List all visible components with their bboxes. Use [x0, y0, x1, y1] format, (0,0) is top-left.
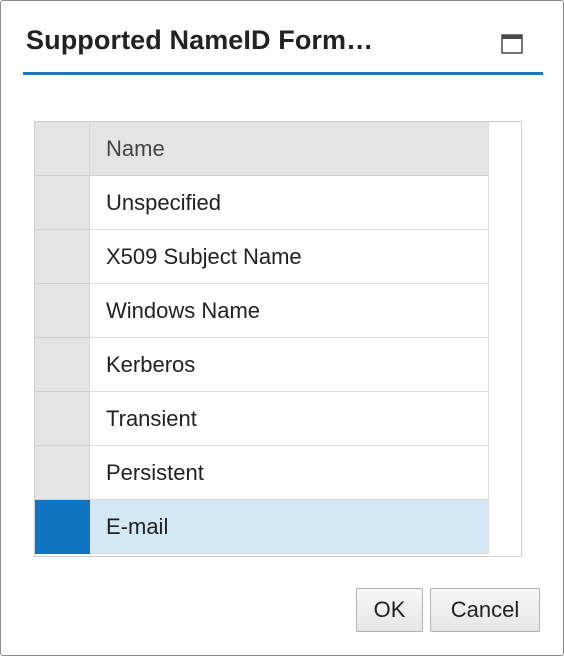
column-header-name[interactable]: Name — [90, 122, 489, 176]
table-row[interactable]: Kerberos — [35, 338, 489, 392]
select-all-cell — [35, 122, 90, 176]
row-selector[interactable] — [35, 176, 90, 230]
row-selector[interactable] — [35, 446, 90, 500]
row-selector[interactable] — [35, 338, 90, 392]
row-name-cell[interactable]: Kerberos — [90, 338, 489, 392]
row-selector[interactable] — [35, 500, 90, 554]
dialog-title: Supported NameID Form… — [26, 25, 374, 55]
row-name-cell[interactable]: Windows Name — [90, 284, 489, 338]
row-name-cell[interactable]: E-mail — [90, 500, 489, 554]
vertical-scrollbar[interactable] — [489, 122, 521, 556]
maximize-icon[interactable] — [501, 34, 523, 54]
table-header-row: Name — [35, 122, 489, 176]
dialog: Supported NameID Form… Name Unspecified X… — [0, 0, 564, 656]
table-row[interactable]: Transient — [35, 392, 489, 446]
ok-button[interactable]: OK — [356, 588, 423, 632]
table-row[interactable]: Windows Name — [35, 284, 489, 338]
row-selector[interactable] — [35, 230, 90, 284]
row-name-cell[interactable]: Transient — [90, 392, 489, 446]
dialog-title-bar: Supported NameID Form… — [23, 1, 543, 75]
table-row[interactable]: Persistent — [35, 446, 489, 500]
table-row[interactable]: X509 Subject Name — [35, 230, 489, 284]
row-name-cell[interactable]: X509 Subject Name — [90, 230, 489, 284]
cancel-button[interactable]: Cancel — [430, 588, 540, 632]
row-name-cell[interactable]: Unspecified — [90, 176, 489, 230]
row-selector[interactable] — [35, 284, 90, 338]
table-grid: Name Unspecified X509 Subject Name Windows… — [35, 122, 489, 554]
nameid-format-table: Name Unspecified X509 Subject Name Windows… — [34, 121, 522, 557]
row-selector[interactable] — [35, 392, 90, 446]
table-row[interactable]: Unspecified — [35, 176, 489, 230]
table-row[interactable]: E-mail — [35, 500, 489, 554]
row-name-cell[interactable]: Persistent — [90, 446, 489, 500]
